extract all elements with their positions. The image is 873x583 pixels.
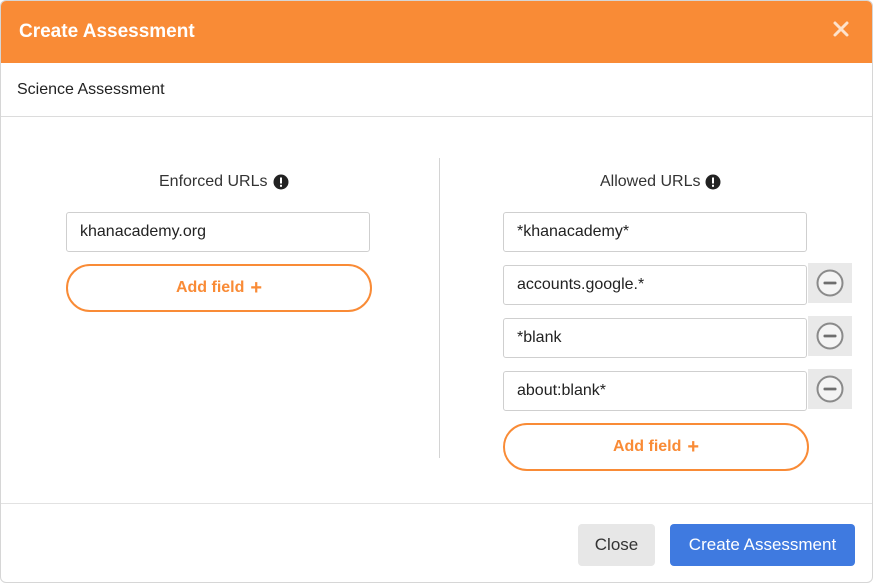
allowed-url-field-3[interactable] [503, 318, 807, 358]
minus-circle-icon [816, 269, 844, 297]
allowed-urls-heading: Allowed URLs [600, 173, 721, 191]
enforced-add-field-button[interactable]: Add field + [66, 264, 372, 312]
allowed-url-field-2[interactable] [503, 265, 807, 305]
column-divider [439, 158, 440, 458]
create-assessment-button[interactable]: Create Assessment [670, 524, 855, 566]
allowed-url-field-1[interactable] [503, 212, 807, 252]
assessment-name-row [1, 63, 872, 117]
plus-icon: + [687, 436, 700, 458]
enforced-url-field-1[interactable] [66, 212, 370, 252]
minus-circle-icon [816, 375, 844, 403]
dialog-title: Create Assessment [19, 21, 195, 42]
add-field-label: Add field [612, 438, 682, 455]
create-assessment-dialog: Create Assessment Enforced URLs Add fiel… [0, 0, 873, 583]
enforced-urls-title: Enforced URLs [159, 173, 268, 190]
close-button[interactable]: Close [578, 524, 655, 566]
enforced-urls-heading: Enforced URLs [159, 173, 289, 191]
add-field-label: Add field [175, 279, 245, 296]
allowed-urls-title: Allowed URLs [600, 173, 701, 190]
dialog-footer: Close Create Assessment [1, 503, 872, 582]
plus-icon: + [250, 277, 263, 299]
remove-field-button[interactable] [808, 263, 852, 303]
remove-field-button[interactable] [808, 369, 852, 409]
allowed-url-field-4[interactable] [503, 371, 807, 411]
dialog-header: Create Assessment [1, 1, 872, 63]
assessment-name-input[interactable] [1, 63, 872, 116]
allowed-add-field-button[interactable]: Add field + [503, 423, 809, 471]
info-icon[interactable] [705, 174, 721, 190]
info-icon[interactable] [273, 174, 289, 190]
minus-circle-icon [816, 322, 844, 350]
close-icon[interactable] [830, 18, 852, 40]
remove-field-button[interactable] [808, 316, 852, 356]
